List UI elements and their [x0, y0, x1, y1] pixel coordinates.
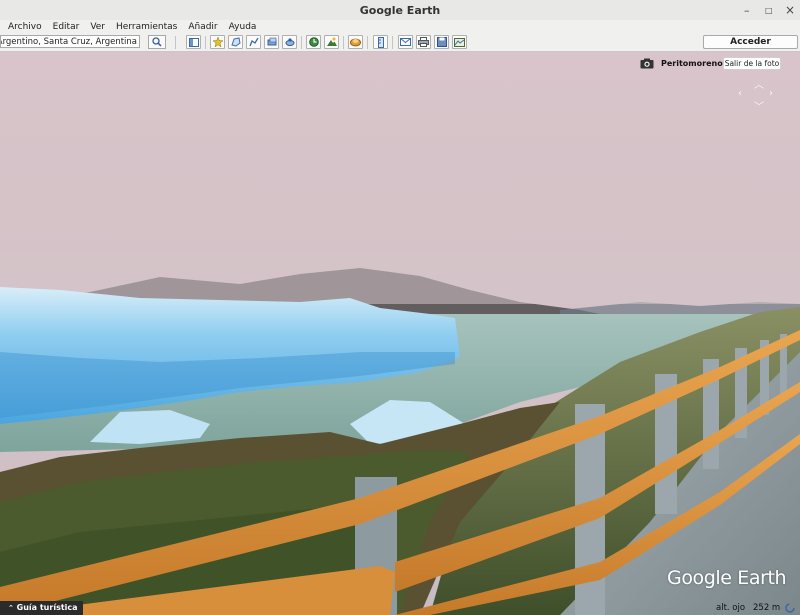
save-image-button[interactable]: [434, 35, 449, 49]
add-path-icon: [248, 37, 259, 47]
nav-down-icon[interactable]: ﹀: [754, 98, 764, 113]
historical-imagery-icon: [308, 37, 319, 47]
email-icon: [400, 38, 411, 46]
title-bar: Google Earth: [0, 0, 800, 21]
menu-herramientas[interactable]: Herramientas: [116, 22, 177, 32]
login-button[interactable]: Acceder: [703, 35, 798, 49]
planets-icon: [350, 38, 361, 47]
sidebar-toggle-button[interactable]: [186, 35, 201, 49]
photo-author[interactable]: Peritomoreno1: [661, 59, 728, 68]
exit-photo-button[interactable]: Salir de la foto: [723, 57, 781, 70]
toolbar-separator: [301, 36, 302, 49]
minimize-button[interactable]: –: [744, 0, 750, 20]
ruler-icon: [377, 36, 384, 48]
view-in-maps-icon: [454, 37, 465, 47]
menu-bar: Archivo Editar Ver Herramientas Añadir A…: [0, 20, 800, 34]
photo-scene: [0, 52, 800, 615]
search-input[interactable]: Glaciar Perito Moreno, Parque Nacional L…: [0, 35, 140, 48]
eye-altitude-label: alt. ojo: [716, 603, 746, 613]
record-tour-icon: [285, 38, 294, 47]
sunlight-button[interactable]: [324, 35, 339, 49]
record-tour-button[interactable]: [282, 35, 297, 49]
tour-guide-button[interactable]: ⌃ Guía turística: [0, 601, 83, 615]
save-image-icon: [436, 37, 447, 47]
toolbar-separator: [175, 36, 176, 49]
sunlight-icon: [326, 37, 337, 46]
loading-spinner-icon: [785, 603, 795, 613]
planets-button[interactable]: [348, 35, 363, 49]
sidebar-toggle-icon: [188, 37, 199, 47]
email-button[interactable]: [398, 35, 413, 49]
add-path-button[interactable]: [246, 35, 261, 49]
toolbar-separator: [205, 36, 206, 49]
menu-archivo[interactable]: Archivo: [8, 22, 42, 32]
menu-ver[interactable]: Ver: [90, 22, 105, 32]
menu-editar[interactable]: Editar: [53, 22, 80, 32]
search-icon: [152, 37, 162, 47]
eye-altitude-value: 252 m: [753, 603, 781, 613]
add-polygon-icon: [230, 37, 241, 47]
add-image-overlay-icon: [267, 37, 276, 46]
menu-anadir[interactable]: Añadir: [188, 22, 217, 32]
maximize-button[interactable]: □: [765, 0, 773, 20]
chevron-up-icon: ⌃: [8, 604, 14, 612]
historical-imagery-button[interactable]: [306, 35, 321, 49]
view-in-maps-button[interactable]: [452, 35, 467, 49]
camera-icon: [640, 58, 654, 69]
toolbar: Glaciar Perito Moreno, Parque Nacional L…: [0, 34, 800, 52]
window-title: Google Earth: [359, 3, 441, 17]
toolbar-separator: [343, 36, 344, 49]
search-button[interactable]: [148, 35, 166, 49]
print-button[interactable]: [416, 35, 431, 49]
add-placemark-button[interactable]: [210, 35, 225, 49]
nav-up-icon[interactable]: ︿: [754, 76, 764, 91]
toolbar-separator: [392, 36, 393, 49]
nav-left-icon[interactable]: ‹: [738, 88, 742, 99]
nav-right-icon[interactable]: ›: [769, 88, 773, 99]
close-button[interactable]: ×: [785, 0, 795, 20]
toolbar-separator: [367, 36, 368, 49]
earth-view[interactable]: Peritomoreno1 Salir de la foto ︿ ‹ › ﹀: [0, 52, 800, 615]
print-icon: [418, 37, 429, 47]
menu-ayuda[interactable]: Ayuda: [229, 22, 257, 32]
google-earth-logo: Google Earth: [667, 567, 787, 589]
add-image-overlay-button[interactable]: [264, 35, 279, 49]
ruler-button[interactable]: [373, 35, 388, 49]
tour-guide-label: Guía turística: [16, 603, 78, 612]
add-placemark-icon: [212, 37, 223, 47]
add-polygon-button[interactable]: [228, 35, 243, 49]
